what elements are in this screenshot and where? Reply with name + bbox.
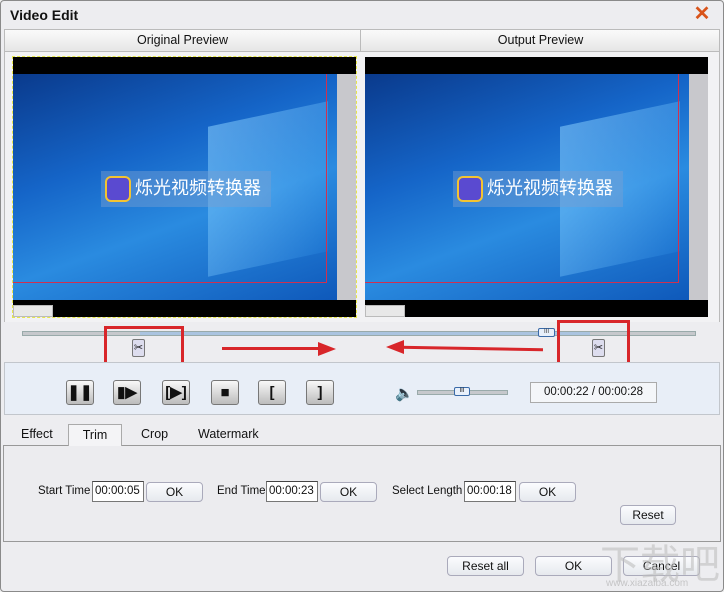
snapshot-icon[interactable] xyxy=(13,305,53,317)
output-preview-label: Output Preview xyxy=(497,33,584,47)
step-forward-button[interactable]: ▮▶ xyxy=(113,380,141,405)
app-logo-icon xyxy=(105,176,131,202)
annotation-arrow-right xyxy=(222,347,322,350)
video-logo: 烁光视频转换器 xyxy=(453,171,623,207)
stop-button[interactable]: ■ xyxy=(211,380,239,405)
select-length-label: Select Length xyxy=(392,485,463,497)
video-logo: 烁光视频转换器 xyxy=(101,171,271,207)
select-length-input[interactable]: 00:00:18 xyxy=(464,481,516,502)
start-time-label: Start Time xyxy=(38,485,91,497)
tab-effect[interactable]: Effect xyxy=(11,424,63,446)
original-preview-label: Original Preview xyxy=(5,30,361,51)
end-time-input[interactable]: 00:00:23 xyxy=(266,481,318,502)
end-time-ok-button[interactable]: OK xyxy=(320,482,377,502)
output-video-frame: 烁光视频转换器 xyxy=(365,57,708,317)
site-watermark-url: www.xiazaiba.com xyxy=(606,578,689,589)
end-time-label: End Time xyxy=(217,485,266,497)
tab-watermark[interactable]: Watermark xyxy=(188,424,269,446)
trim-range-fill xyxy=(140,332,590,335)
original-video-frame[interactable]: 烁光视频转换器 xyxy=(12,56,357,318)
start-time-input[interactable]: 00:00:05 xyxy=(92,481,144,502)
trim-reset-button[interactable]: Reset xyxy=(620,505,676,525)
select-length-ok-button[interactable]: OK xyxy=(519,482,576,502)
arrowhead-left-icon xyxy=(386,340,404,354)
reset-all-button[interactable]: Reset all xyxy=(447,556,524,576)
preview-header: Original Preview Output Preview xyxy=(4,29,720,52)
pause-button[interactable]: ❚❚ xyxy=(66,380,94,405)
start-time-ok-button[interactable]: OK xyxy=(146,482,203,502)
play-selection-button[interactable]: [▶] xyxy=(162,380,190,405)
app-logo-icon xyxy=(457,176,483,202)
tab-crop[interactable]: Crop xyxy=(131,424,178,446)
close-icon[interactable]: ✕ xyxy=(692,4,712,24)
volume-thumb[interactable]: III xyxy=(454,387,470,396)
time-display: 00:00:22 / 00:00:28 xyxy=(530,382,657,403)
tab-trim[interactable]: Trim xyxy=(68,424,122,446)
arrowhead-right-icon xyxy=(318,342,336,356)
set-end-button[interactable]: ] xyxy=(306,380,334,405)
set-start-button[interactable]: [ xyxy=(258,380,286,405)
volume-icon[interactable]: 🔈 xyxy=(395,384,414,402)
timeline-thumb[interactable]: III xyxy=(538,328,555,337)
window-title: Video Edit xyxy=(10,7,79,23)
snapshot-icon[interactable] xyxy=(365,305,405,317)
